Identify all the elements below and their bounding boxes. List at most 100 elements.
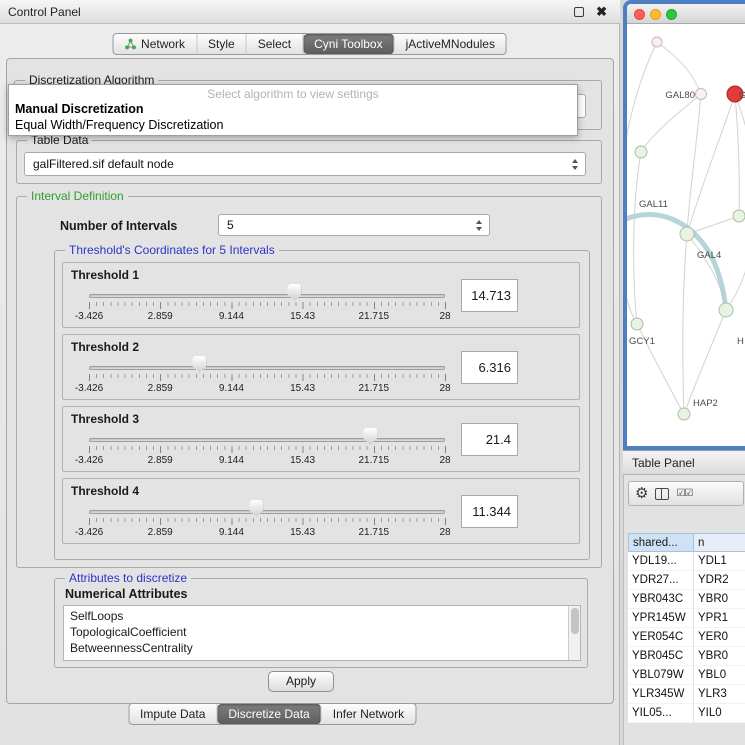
attribute-list-item[interactable]: BetweennessCentrality [70,640,566,656]
attributes-scrollbar[interactable] [568,606,580,660]
slider-scale-label: 9.144 [219,527,244,538]
close-traffic-light-icon[interactable] [634,9,645,20]
node-label: GAL4 [697,250,721,261]
table-cell[interactable]: YIL0 [694,704,745,722]
network-node[interactable] [652,37,662,47]
network-graph: GAL80 GAL11 GAL4 GCY1 HAP2 GA H [627,24,745,446]
columns-icon[interactable] [655,488,669,500]
threshold-label: Threshold 2 [71,340,139,354]
slider-track[interactable] [89,438,445,442]
table-cell[interactable]: YDL1 [694,552,745,570]
tab-jactivemnodules[interactable]: jActiveMNodules [395,34,506,54]
tab-select[interactable]: Select [247,34,303,54]
algorithm-option-equal-width[interactable]: Equal Width/Frequency Discretization [9,117,577,133]
slider-major-ticks [89,374,447,381]
threshold-value-field[interactable]: 21.4 [461,423,518,456]
close-icon[interactable]: ✖ [596,4,607,20]
table-row[interactable]: YBR045CYBR0 [628,647,745,666]
threshold-row: Threshold 3 -3.4262.8599.14415.4321.7152… [62,406,580,472]
table-row[interactable]: YBL079WYBL0 [628,666,745,685]
table-row[interactable]: YBR043CYBR0 [628,590,745,609]
combo-stepper-icon[interactable] [568,153,582,175]
network-node[interactable] [696,89,707,100]
table-row[interactable]: YIL05...YIL0 [628,704,745,723]
table-cell[interactable]: YBR045C [628,647,694,665]
table-data-combobox[interactable]: galFiltered.sif default node [24,152,586,176]
table-cell[interactable]: YDL19... [628,552,694,570]
slider-track[interactable] [89,510,445,514]
select-columns-icon[interactable]: ☑☑ [676,488,692,499]
gear-icon[interactable]: ⚙ [635,486,648,501]
tab-impute-data[interactable]: Impute Data [129,704,217,724]
table-cell[interactable]: YBR0 [694,590,745,608]
tab-network[interactable]: Network [113,34,197,54]
network-node[interactable] [631,318,643,330]
table-row[interactable]: YDL19...YDL1 [628,552,745,571]
bottom-tabs: Impute Data Discretize Data Infer Networ… [128,703,416,725]
tab-label: Select [258,37,291,51]
node-label: H [737,336,744,347]
float-window-icon[interactable] [574,7,584,17]
apply-button[interactable]: Apply [268,671,334,692]
slider-scale-label: 15.43 [290,527,315,538]
table-cell[interactable]: YPR1 [694,609,745,627]
threshold-value-field[interactable]: 11.344 [461,495,518,528]
threshold-value-field[interactable]: 14.713 [461,279,518,312]
tab-cyni-toolbox[interactable]: Cyni Toolbox [303,34,394,54]
table-header-row: shared... n [628,533,745,552]
slider-thumb[interactable] [192,356,206,373]
network-node[interactable] [680,227,694,241]
network-node[interactable] [719,303,733,317]
highlighted-edge[interactable] [627,215,726,310]
number-of-intervals-spinner[interactable]: 5 [218,214,490,236]
attribute-list-item[interactable]: SelfLoops [70,608,566,624]
network-canvas[interactable]: GAL80 GAL11 GAL4 GCY1 HAP2 GA H [627,24,745,446]
attribute-list-item[interactable]: TopologicalCoefficient [70,624,566,640]
table-cell[interactable]: YER0 [694,628,745,646]
table-cell[interactable]: YBL079W [628,666,694,684]
table-cell[interactable]: YPR145W [628,609,694,627]
table-cell[interactable]: YLR3 [694,685,745,703]
slider-thumb[interactable] [363,428,377,445]
slider-thumb[interactable] [287,284,301,301]
slider-track[interactable] [89,294,445,298]
slider-thumb[interactable] [249,500,263,517]
table-cell[interactable]: YBR0 [694,647,745,665]
network-view-window[interactable]: GAL80 GAL11 GAL4 GCY1 HAP2 GA H [623,0,745,450]
minimize-traffic-light-icon[interactable] [650,9,661,20]
table-row[interactable]: YDR27...YDR2 [628,571,745,590]
network-node[interactable] [733,210,745,222]
threshold-label: Threshold 3 [71,412,139,426]
table-cell[interactable]: YIL05... [628,704,694,722]
slider-track[interactable] [89,366,445,370]
tab-style[interactable]: Style [197,34,247,54]
table-row[interactable]: YER054CYER0 [628,628,745,647]
table-cell[interactable]: YER054C [628,628,694,646]
tab-infer-network[interactable]: Infer Network [322,704,415,724]
table-row[interactable]: YLR345WYLR3 [628,685,745,704]
slider-scale-label: 15.43 [290,311,315,322]
table-cell[interactable]: YBR043C [628,590,694,608]
threshold-value-field[interactable]: 6.316 [461,351,518,384]
threshold-label: Threshold 1 [71,268,139,282]
table-row[interactable]: YPR145WYPR1 [628,609,745,628]
column-header-shared[interactable]: shared... [628,533,694,552]
table-cell[interactable]: YDR2 [694,571,745,589]
panel-title: Control Panel [8,5,81,19]
table-cell[interactable]: YDR27... [628,571,694,589]
node-label: GA [739,90,745,101]
node-label: GAL80 [665,90,695,101]
spinner-stepper-icon[interactable] [472,215,486,235]
network-node[interactable] [635,146,647,158]
table-cell[interactable]: YBL0 [694,666,745,684]
tab-discretize-data[interactable]: Discretize Data [217,704,321,724]
network-node[interactable] [678,408,690,420]
slider-scale-label: 9.144 [219,455,244,466]
algorithm-option-manual[interactable]: Manual Discretization [9,101,577,117]
slider-scale-label: -3.426 [75,455,103,466]
numerical-attributes-list[interactable]: SelfLoopsTopologicalCoefficientBetweenne… [63,605,581,661]
column-header-name[interactable]: n [694,533,745,552]
slider-scale-label: -3.426 [75,311,103,322]
table-cell[interactable]: YLR345W [628,685,694,703]
zoom-traffic-light-icon[interactable] [666,9,677,20]
